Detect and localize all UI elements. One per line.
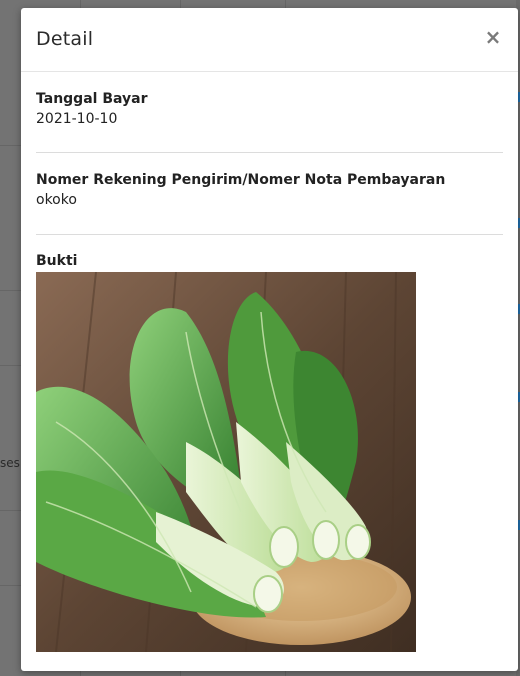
proof-field: Bukti [36,235,503,652]
proof-image [36,272,416,652]
modal-body: Tanggal Bayar 2021-10-10 Nomer Rekening … [21,72,518,652]
payment-date-field: Tanggal Bayar 2021-10-10 [36,72,503,153]
modal-header: Detail × [21,8,518,72]
close-button[interactable]: × [484,26,502,48]
modal-title: Detail [36,28,94,50]
detail-modal: Detail × Tanggal Bayar 2021-10-10 Nomer … [21,8,518,671]
sender-account-field: Nomer Rekening Pengirim/Nomer Nota Pemba… [36,153,503,235]
proof-label: Bukti [36,253,78,269]
payment-date-label: Tanggal Bayar [36,91,148,107]
payment-date-value: 2021-10-10 [36,111,118,127]
background-text: ses [0,456,20,470]
sender-account-label: Nomer Rekening Pengirim/Nomer Nota Pemba… [36,172,446,188]
sender-account-value: okoko [36,192,77,208]
